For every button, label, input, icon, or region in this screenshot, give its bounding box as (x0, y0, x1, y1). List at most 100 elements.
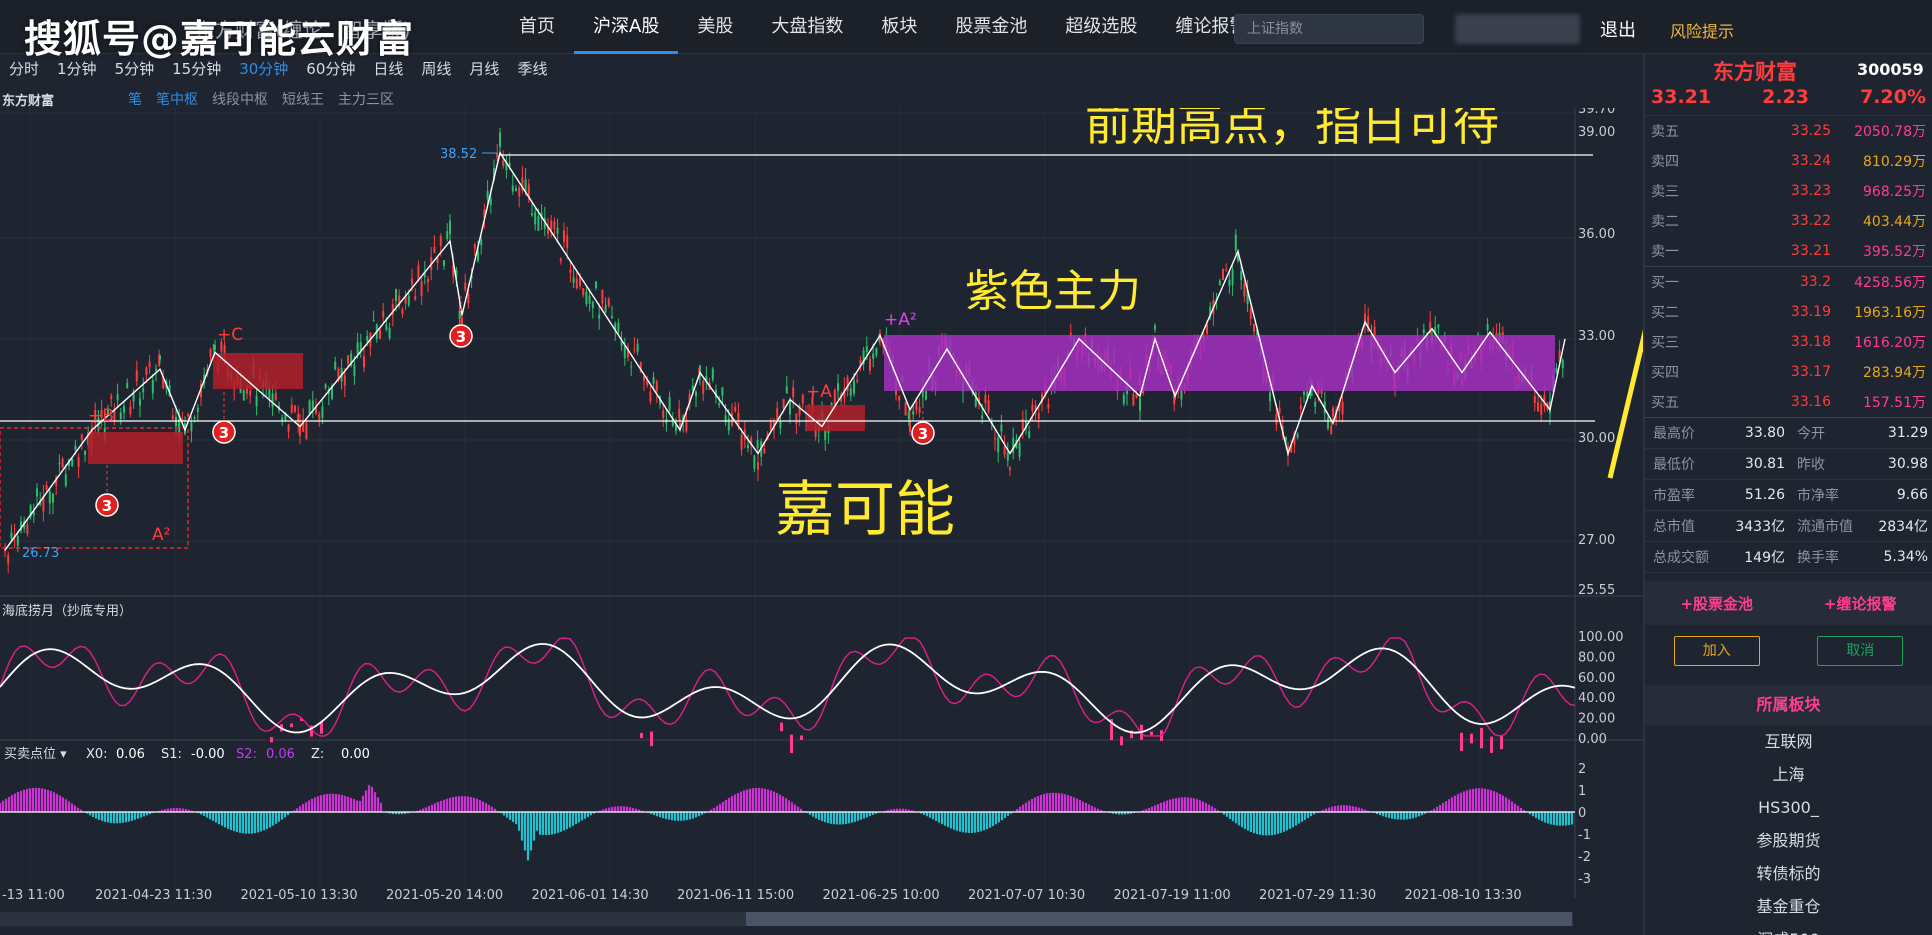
period-tab[interactable]: 日线 (364, 58, 412, 82)
candle-body (1009, 467, 1011, 470)
sector-item[interactable]: 转债标的 (1645, 857, 1932, 890)
chart-stock-name: 东方财富 (2, 93, 55, 109)
indicator-tab[interactable]: 线段中枢 (212, 89, 268, 109)
osc-bar (1480, 727, 1483, 749)
period-tab[interactable]: 分时 (0, 58, 48, 82)
book-level: 卖三 (1651, 184, 1679, 200)
zone-c (213, 353, 303, 389)
candle-body (139, 398, 141, 406)
bs-key: X0: (86, 747, 108, 762)
candle-body (1031, 404, 1034, 412)
date-axis-label: 2021-08-10 13:30 (1405, 888, 1522, 903)
candle-body (356, 342, 359, 354)
indicator-tab[interactable]: 主力三区 (338, 89, 394, 109)
period-tab[interactable]: 季线 (508, 58, 556, 82)
osc-bar (1490, 736, 1493, 754)
candle-body (388, 327, 391, 339)
nav-item[interactable]: 首页 (500, 0, 574, 54)
nav-item[interactable]: 超级选股 (1046, 0, 1156, 54)
candle-body (274, 393, 277, 401)
osc-bar (790, 734, 793, 754)
candle-body (1332, 407, 1334, 417)
price-axis-label: 33.00 (1578, 329, 1615, 344)
candle-body (598, 314, 601, 319)
osc-bar (1470, 733, 1473, 744)
add-button[interactable]: 加入 (1673, 636, 1760, 666)
candle-body (566, 235, 569, 248)
chart-scrollbar-thumb[interactable] (746, 912, 1572, 926)
logout-button[interactable]: 退出 (1600, 16, 1636, 42)
candle-body (792, 387, 795, 398)
candle-body (77, 457, 80, 468)
candle-body (604, 305, 607, 313)
candle-body (585, 291, 588, 305)
period-tab[interactable]: 5分钟 (106, 58, 164, 82)
book-volume: 395.52万 (1863, 244, 1926, 260)
period-tab[interactable]: 60分钟 (297, 58, 364, 82)
cancel-button[interactable]: 取消 (1817, 636, 1904, 666)
candle-body (439, 236, 442, 246)
candle-body (1299, 404, 1302, 410)
nav-item[interactable]: 沪深A股 (574, 0, 679, 54)
sector-item[interactable]: 上海 (1645, 758, 1932, 791)
ask-book: 卖五 33.25 2050.78万 卖四 33.24 810.29万 卖三 33.23 968.… (1645, 116, 1932, 266)
nav-item[interactable]: 大盘指数 (752, 0, 862, 54)
add-alarm-button[interactable]: +缠论报警 (1789, 593, 1932, 614)
sector-item[interactable]: 互联网 (1645, 725, 1932, 758)
candle-body (702, 380, 705, 394)
bid-book: 买一 33.2 4258.56万 买二 33.19 1963.16万 买三 33.18 1616… (1645, 267, 1932, 417)
risk-warning-link[interactable]: 风险提示 (1670, 18, 1734, 42)
nav-item[interactable]: 美股 (678, 0, 752, 54)
quote-price-row: 33.21 2.23 7.20% (1645, 86, 1932, 116)
candle-body (502, 160, 505, 166)
stat-label: 昨收 (1797, 457, 1825, 473)
bs-value: 0.00 (341, 747, 370, 762)
candle-body (308, 400, 311, 414)
plus-a2-label: +A² (884, 310, 917, 330)
indicator-tab[interactable]: 笔 (128, 89, 142, 109)
candle-body (849, 388, 852, 396)
add-to-pool-button[interactable]: +股票金池 (1645, 593, 1789, 614)
candle-body (343, 375, 346, 386)
candle-body (981, 415, 984, 419)
candle-body (1437, 324, 1440, 328)
user-account-blurred[interactable] (1455, 14, 1580, 44)
kline-chart[interactable]: 39.7039.0036.0033.0030.0027.0025.5538.52… (0, 108, 1643, 935)
candle-body (1028, 431, 1031, 438)
period-tab[interactable]: 1分钟 (48, 58, 106, 82)
indicator-tab[interactable]: 短线王 (282, 89, 324, 109)
bs-histogram (0, 785, 1574, 861)
sector-item[interactable]: 基金重仓 (1645, 890, 1932, 923)
candle-body (695, 391, 697, 397)
candle-body (515, 188, 517, 191)
period-tab[interactable]: 15分钟 (163, 58, 230, 82)
nav-item[interactable]: 股票金池 (936, 0, 1046, 54)
candle-body (763, 448, 766, 454)
sector-item[interactable]: HS300_ (1645, 791, 1932, 824)
candle-body (209, 349, 212, 357)
book-volume: 1963.16万 (1854, 305, 1926, 321)
candle-body (411, 278, 413, 285)
candle-body (84, 450, 86, 455)
indicator-tab[interactable]: 笔中枢 (156, 89, 198, 109)
candle-body (427, 279, 429, 283)
candle-body (718, 403, 721, 406)
stat-value: 31.29 (1887, 425, 1928, 441)
candle-body (382, 310, 385, 318)
price-axis-label: 30.00 (1578, 431, 1615, 446)
period-tab[interactable]: 周线 (412, 58, 460, 82)
candle-body (801, 394, 804, 404)
sector-item[interactable]: 参股期货 (1645, 824, 1932, 857)
stat-row: 最低价 30.81 昨收 30.98 (1645, 449, 1932, 480)
quote-panel: 东方财富 300059 33.21 2.23 7.20% 卖五 33.25 2050… (1643, 54, 1932, 935)
sector-item[interactable]: 深成500 (1645, 923, 1932, 935)
candle-body (915, 401, 918, 411)
candle-body (559, 258, 562, 262)
period-tab[interactable]: 月线 (460, 58, 508, 82)
book-volume: 157.51万 (1863, 395, 1926, 411)
book-price: 33.21 (1790, 243, 1831, 259)
candle-body (974, 391, 977, 407)
search-input[interactable]: 上证指数 (1234, 14, 1424, 44)
period-tab[interactable]: 30分钟 (230, 58, 297, 82)
nav-item[interactable]: 板块 (862, 0, 936, 54)
